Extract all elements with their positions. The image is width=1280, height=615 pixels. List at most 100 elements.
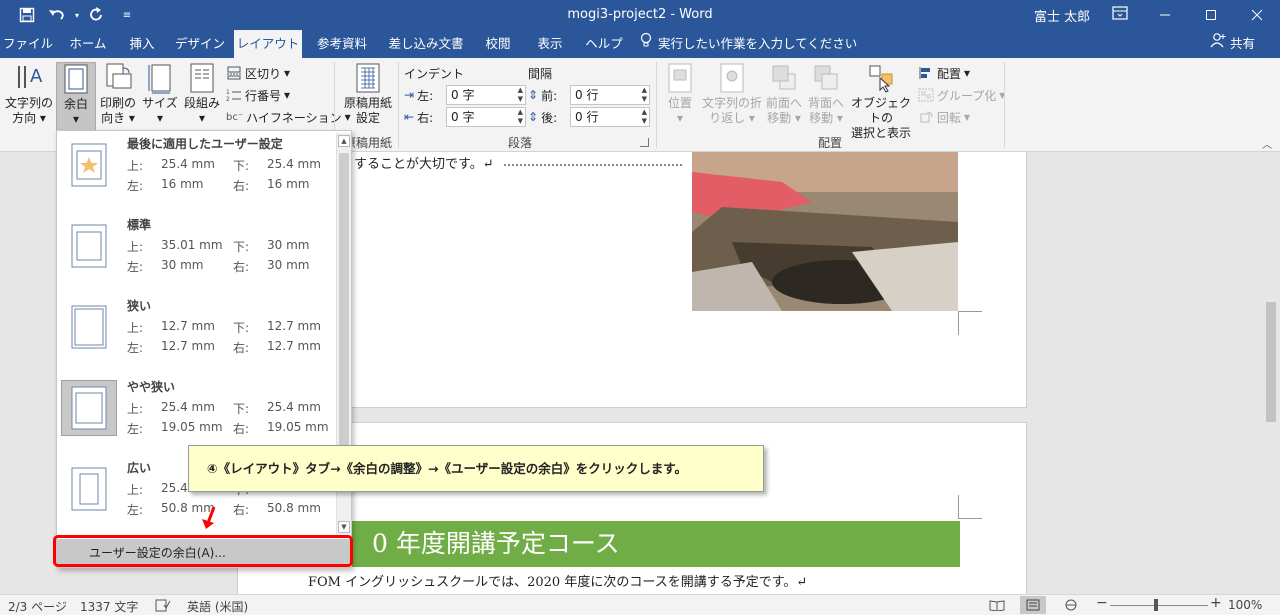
margins-button[interactable]: 余白 ▾ [56, 62, 96, 134]
tab-insert[interactable]: 挿入 [118, 30, 166, 58]
rotate-button[interactable]: 回転 ▾ [918, 108, 970, 126]
orientation-button[interactable]: 印刷の 向き ▾ [98, 62, 138, 126]
margins-dropdown: 最後に適用したユーザー設定 上: 25.4 mm 下: 25.4 mm 左: 16 m… [56, 130, 352, 568]
tab-home[interactable]: ホーム [60, 30, 116, 58]
space-before-icon: ⇕ [528, 88, 539, 102]
spin-arrows-icon[interactable]: ▲ ▼ [642, 86, 647, 104]
spin-arrows-icon[interactable]: ▲ ▼ [518, 108, 523, 126]
genko-settings-button[interactable]: 原稿用紙 設定 [340, 62, 396, 126]
word-count[interactable]: 1337 文字 [80, 598, 138, 615]
selection-pane-button[interactable]: オブジェクトの 選択と表示 [846, 62, 916, 141]
orientation-line2: 向き ▾ [101, 111, 135, 125]
wrap-text-icon [720, 63, 744, 93]
space-after-icon: ⇕ [528, 110, 539, 124]
read-mode-icon[interactable] [984, 596, 1010, 614]
send-backward-icon [814, 65, 838, 90]
spin-arrows-icon[interactable]: ▲ ▼ [518, 86, 523, 104]
ribbon-separator [398, 62, 399, 148]
minimize-button[interactable] [1142, 0, 1188, 30]
position-button[interactable]: 位置 ▾ [660, 62, 700, 126]
restore-button[interactable] [1188, 0, 1234, 30]
group-button[interactable]: グループ化 ▾ [918, 86, 1005, 104]
indent-right-input[interactable]: 0 字 ▲ ▼ [446, 107, 526, 127]
margin-preset-normal[interactable]: 標準 上: 35.01 mm 下: 30 mm 左: 30 mm 右: 30 mm [59, 216, 335, 294]
margins-dropdown-arrow: ▾ [72, 112, 80, 126]
ribbon-separator [656, 62, 657, 148]
columns-button[interactable]: 段組み ▾ [182, 62, 222, 126]
breaks-icon [227, 66, 241, 80]
person-icon [1210, 30, 1226, 58]
web-layout-icon[interactable] [1058, 596, 1084, 614]
text-direction-button[interactable]: A 文字列の 方向 ▾ [4, 62, 54, 126]
dropdown-scroll-thumb[interactable] [339, 153, 349, 453]
ribbon-display-options-icon[interactable] [1110, 4, 1132, 24]
highlight-box [53, 535, 353, 567]
user-name[interactable]: 富士 太郎 [1034, 6, 1090, 25]
indent-left-row: ⇥ 左: [404, 88, 434, 103]
send-backward-button[interactable]: 背面へ 移動 ▾ [806, 62, 846, 126]
breaks-button[interactable]: 区切り ▾ [226, 64, 290, 82]
tab-file[interactable]: ファイル [0, 30, 56, 58]
line-numbers-button[interactable]: 12 行番号 ▾ [226, 86, 290, 104]
tell-me-text: 実行したい作業を入力してください [658, 36, 858, 51]
scroll-down-icon[interactable]: ▼ [338, 521, 350, 533]
vertical-scrollbar[interactable] [1262, 152, 1280, 594]
zoom-slider[interactable] [1110, 599, 1208, 611]
svg-text:A: A [30, 66, 43, 87]
space-after-input[interactable]: 0 行 ▲ ▼ [570, 107, 650, 127]
crop-mark [958, 495, 982, 519]
share-button[interactable]: 共有 [1210, 30, 1255, 58]
margin-preset-last-custom[interactable]: 最後に適用したユーザー設定 上: 25.4 mm 下: 25.4 mm 左: 16 m… [59, 135, 335, 213]
zoom-slider-thumb[interactable] [1154, 599, 1158, 611]
document-photo[interactable] [692, 152, 958, 311]
ribbon-tabs: ファイル ホーム 挿入 デザイン レイアウト 参考資料 差し込み文書 校閲 表示… [0, 30, 1280, 58]
paragraph-group-label: 段落 [507, 136, 532, 150]
group-icon [918, 88, 934, 102]
hyphenation-icon: bc⁻ [226, 111, 244, 123]
zoom-in-button[interactable]: + [1210, 595, 1222, 611]
tab-help[interactable]: ヘルプ [578, 30, 630, 58]
align-button[interactable]: 配置 ▾ [918, 64, 970, 82]
tab-design[interactable]: デザイン [170, 30, 230, 58]
tab-view[interactable]: 表示 [526, 30, 574, 58]
wide-margin-icon [61, 461, 117, 517]
tab-references[interactable]: 参考資料 [306, 30, 378, 58]
tab-review[interactable]: 校閲 [474, 30, 522, 58]
space-before-row: ⇕ 前: [528, 88, 558, 103]
page-count[interactable]: 2/3 ページ [8, 598, 67, 615]
margin-preset-narrow[interactable]: 狭い 上: 12.7 mm 下: 12.7 mm 左: 12.7 mm 右: 12.7 … [59, 297, 335, 375]
scrollbar-thumb[interactable] [1266, 302, 1276, 422]
scroll-up-icon[interactable]: ▲ [338, 135, 350, 147]
language[interactable]: 英語 (米国) [187, 598, 248, 615]
hyphenation-button[interactable]: bc⁻ ハイフネーション ▾ [226, 108, 351, 126]
collapse-ribbon-icon[interactable]: ︿ [1262, 136, 1272, 151]
rotate-icon [920, 111, 933, 123]
tell-me-box[interactable]: 実行したい作業を入力してください [640, 30, 857, 58]
zoom-level[interactable]: 100% [1228, 598, 1262, 612]
page2-text: FOM イングリッシュスクールでは、2020 年度に次のコースを開講する予定です… [308, 575, 808, 590]
crop-mark [958, 311, 982, 335]
proofing-icon[interactable] [155, 598, 171, 615]
narrow-margin-icon [61, 299, 117, 355]
align-icon [919, 67, 930, 79]
size-button[interactable]: サイズ ▾ [140, 62, 180, 126]
spin-arrows-icon[interactable]: ▲ ▼ [642, 108, 647, 126]
space-after-row: ⇕ 後: [528, 110, 558, 125]
arrange-group-label: 配置 [817, 136, 842, 150]
tab-mailings[interactable]: 差し込み文書 [382, 30, 470, 58]
position-icon [668, 63, 692, 93]
columns-dropdown-arrow: ▾ [198, 111, 206, 125]
tab-layout[interactable]: レイアウト [234, 30, 302, 58]
text-direction-line1: 文字列の [4, 96, 53, 110]
size-dropdown-arrow: ▾ [156, 111, 164, 125]
orientation-icon [106, 63, 132, 89]
indent-left-input[interactable]: 0 字 ▲ ▼ [446, 85, 526, 105]
wrap-text-button[interactable]: 文字列の折 り返し ▾ [700, 62, 764, 126]
indent-left-icon: ⇥ [404, 88, 415, 102]
print-layout-icon[interactable] [1020, 596, 1046, 614]
close-button[interactable] [1234, 0, 1280, 30]
paragraph-launcher-icon[interactable] [640, 138, 649, 147]
bring-forward-button[interactable]: 前面へ 移動 ▾ [764, 62, 804, 126]
space-before-input[interactable]: 0 行 ▲ ▼ [570, 85, 650, 105]
zoom-out-button[interactable]: − [1096, 595, 1108, 611]
